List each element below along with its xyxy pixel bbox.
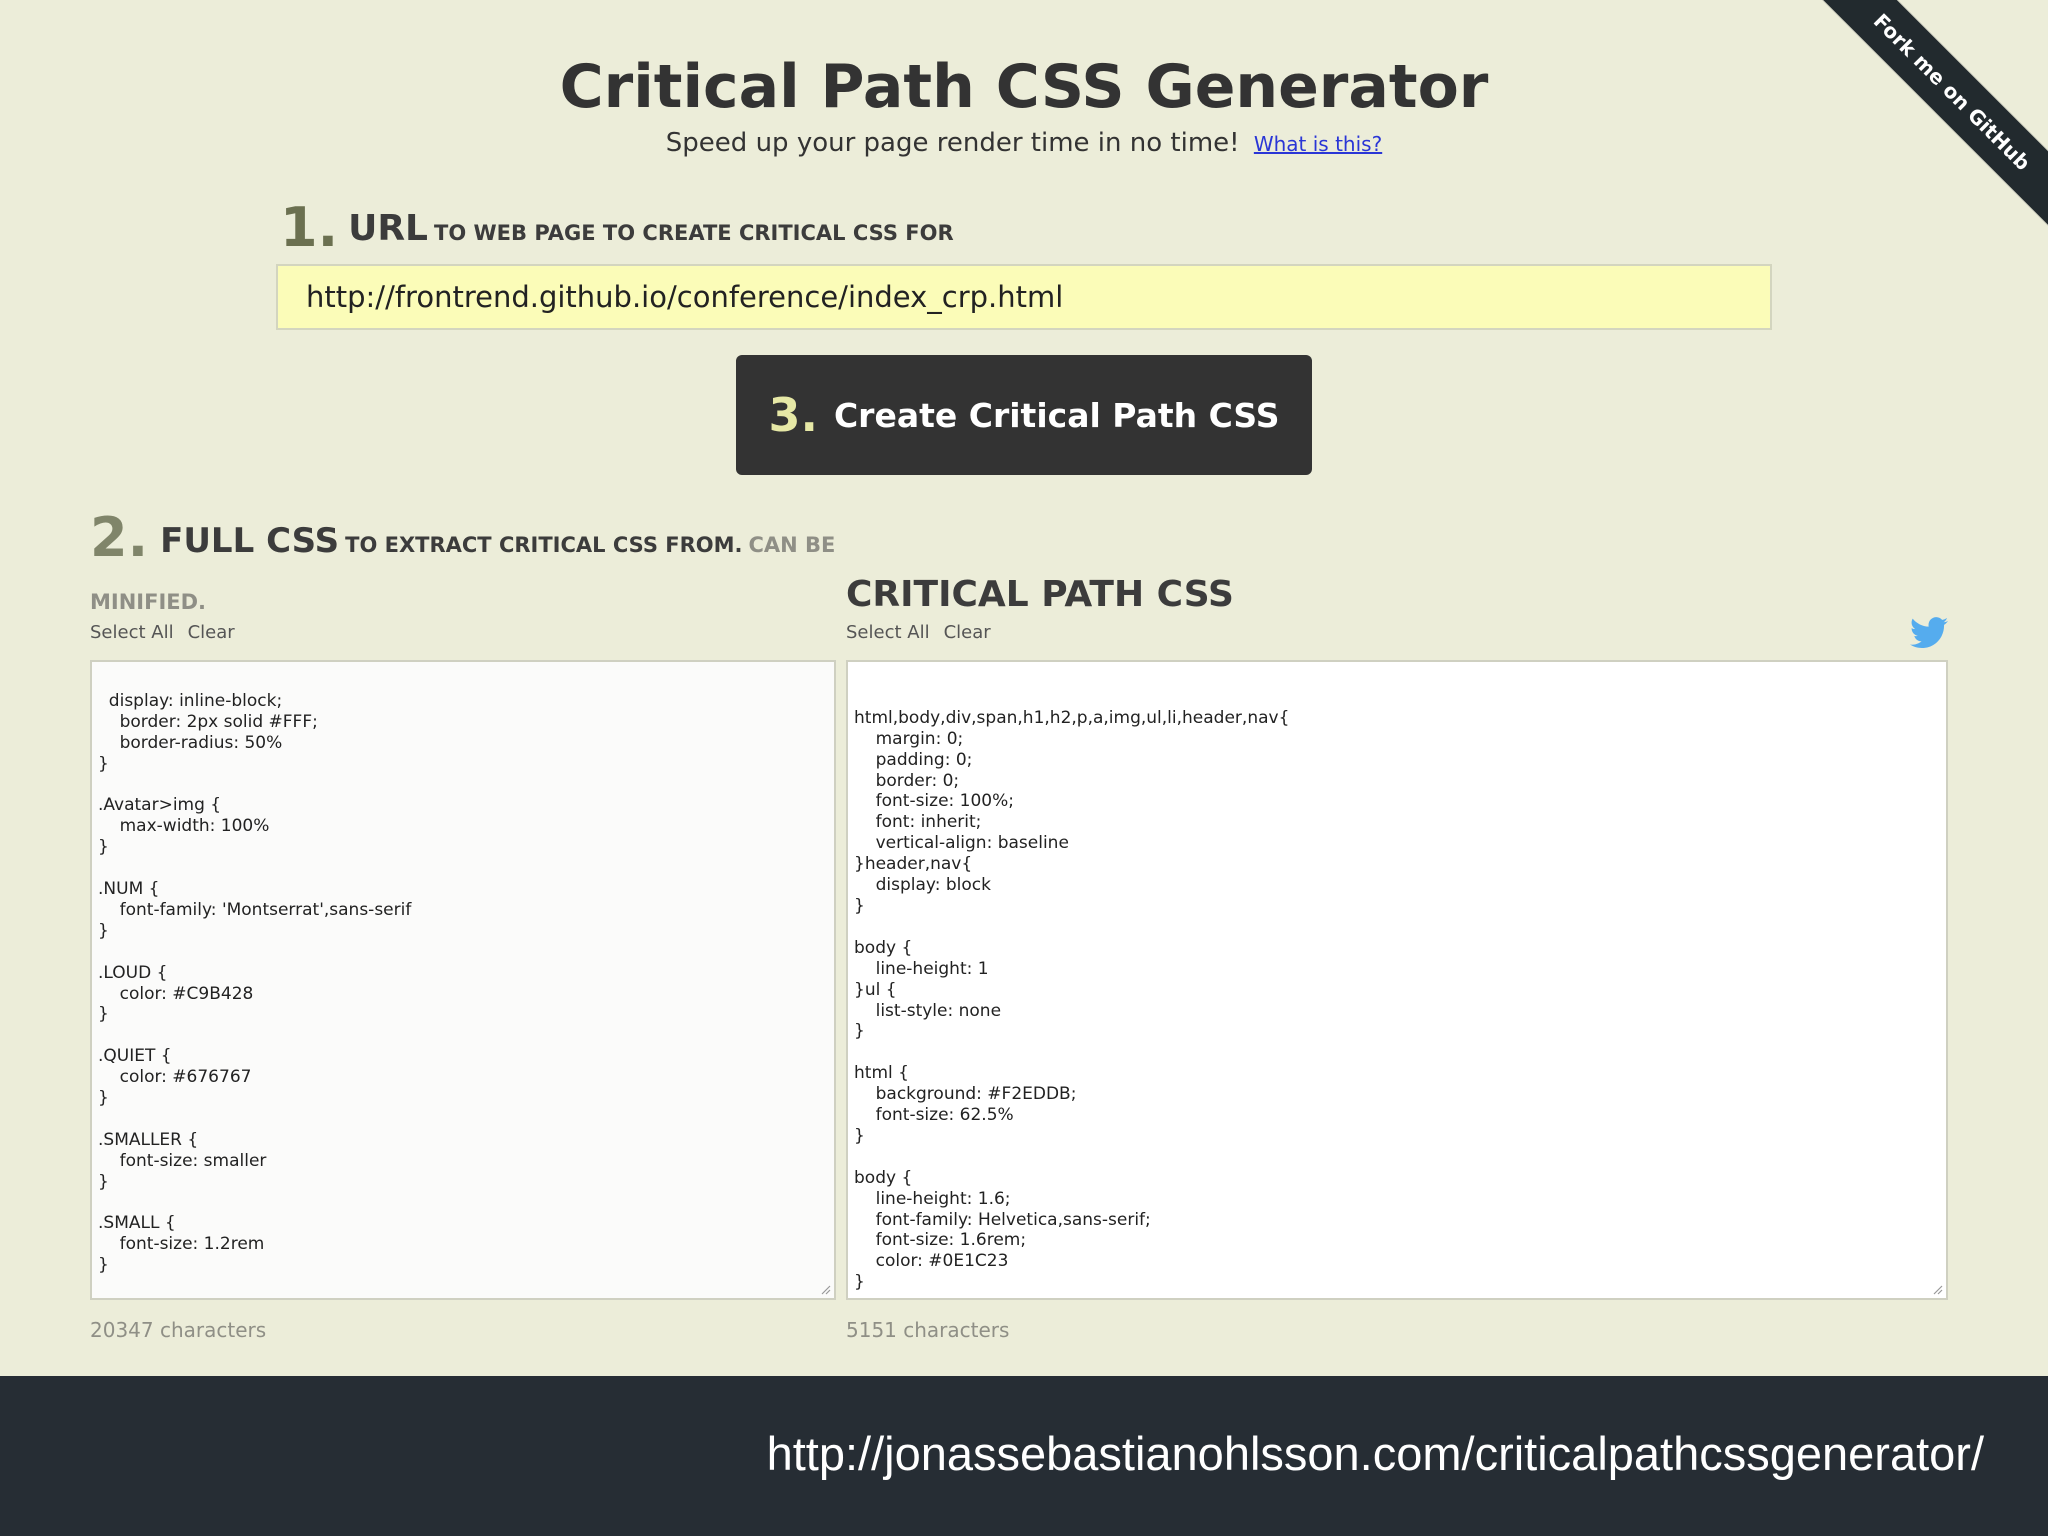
critical-css-select-all-link[interactable]: Select All bbox=[846, 622, 930, 643]
github-ribbon-container: Fork me on GitHub bbox=[1818, 0, 2048, 230]
critical-css-code: html,body,div,span,h1,h2,p,a,img,ul,li,h… bbox=[854, 707, 1290, 1293]
critical-css-title: CRITICAL PATH CSS bbox=[846, 574, 1234, 615]
step2-subtitle: TO EXTRACT CRITICAL CSS FROM. bbox=[345, 533, 743, 557]
url-input[interactable] bbox=[276, 264, 1772, 330]
what-is-this-link[interactable]: What is this? bbox=[1254, 132, 1382, 156]
critical-css-actions: Select All Clear bbox=[846, 622, 1005, 643]
resize-grip-icon[interactable] bbox=[1931, 1283, 1943, 1295]
slide-footer: http://jonassebastianohlsson.com/critica… bbox=[0, 1376, 2048, 1536]
twitter-bird-icon[interactable] bbox=[1910, 616, 1948, 650]
subtitle-text: Speed up your page render time in no tim… bbox=[665, 128, 1240, 158]
step1-heading: 1. URL TO WEB PAGE TO CREATE CRITICAL CSS … bbox=[280, 196, 954, 259]
full-css-char-count: 20347 characters bbox=[90, 1318, 267, 1342]
page-subtitle: Speed up your page render time in no tim… bbox=[0, 128, 2048, 158]
step2-can-be: CAN BE bbox=[748, 533, 836, 557]
step2-title: FULL CSS bbox=[160, 521, 340, 561]
step2-minified: MINIFIED. bbox=[90, 590, 207, 614]
critical-css-char-count: 5151 characters bbox=[846, 1318, 1010, 1342]
fork-on-github-ribbon[interactable]: Fork me on GitHub bbox=[1818, 0, 2048, 230]
full-css-clear-link[interactable]: Clear bbox=[188, 622, 235, 643]
full-css-actions: Select All Clear bbox=[90, 622, 249, 643]
full-css-select-all-link[interactable]: Select All bbox=[90, 622, 174, 643]
critical-css-clear-link[interactable]: Clear bbox=[944, 622, 991, 643]
step1-title: URL bbox=[348, 208, 428, 249]
step3-number: 3. bbox=[768, 388, 818, 442]
full-css-textarea[interactable]: display: inline-block; border: 2px solid… bbox=[90, 660, 836, 1300]
create-critical-css-button[interactable]: 3. Create Critical Path CSS bbox=[736, 355, 1312, 475]
resize-grip-icon[interactable] bbox=[819, 1283, 831, 1295]
step1-subtitle: TO WEB PAGE TO CREATE CRITICAL CSS FOR bbox=[434, 221, 954, 245]
step2-number: 2. bbox=[90, 506, 149, 569]
step1-number: 1. bbox=[280, 196, 339, 259]
step2-heading: 2. FULL CSS TO EXTRACT CRITICAL CSS FROM. C… bbox=[90, 506, 835, 569]
page-title: Critical Path CSS Generator bbox=[559, 52, 1489, 122]
full-css-code: display: inline-block; border: 2px solid… bbox=[98, 690, 412, 1298]
critical-css-textarea[interactable]: html,body,div,span,h1,h2,p,a,img,ul,li,h… bbox=[846, 660, 1948, 1300]
footer-url: http://jonassebastianohlsson.com/critica… bbox=[766, 1427, 1984, 1480]
create-button-label: Create Critical Path CSS bbox=[833, 395, 1280, 435]
